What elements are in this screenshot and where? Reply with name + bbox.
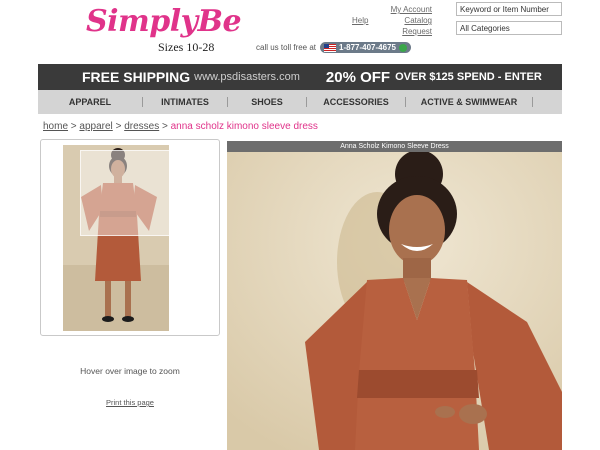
phone-number: 1-877-407-4675 <box>339 43 396 52</box>
free-shipping-text: FREE SHIPPING <box>82 69 191 85</box>
discount-text: 20% OFF <box>325 68 391 86</box>
search-input[interactable]: Keyword or Item Number <box>456 2 562 16</box>
category-select[interactable]: All Categories <box>456 21 562 35</box>
main-nav: APPAREL INTIMATES SHOES ACCESSORIES ACTI… <box>38 90 562 114</box>
product-image-title: Anna Scholz Kimono Sleeve Dress <box>227 141 562 152</box>
call-icon[interactable] <box>398 43 407 52</box>
breadcrumb-home[interactable]: home <box>43 121 68 132</box>
account-links: My Account Help Catalog Request <box>352 4 432 37</box>
breadcrumb-separator: > <box>115 121 122 132</box>
simplybe-logo[interactable]: SimplyBe <box>86 4 242 39</box>
us-flag-icon <box>324 43 337 52</box>
spend-text: OVER $125 SPEND - ENTER <box>395 71 542 83</box>
product-thumbnail-panel <box>40 139 220 336</box>
breadcrumb: home > apparel > dresses > anna scholz k… <box>43 121 318 132</box>
nav-item-shoes[interactable]: SHOES <box>228 97 306 107</box>
nav-item-accessories[interactable]: ACCESSORIES <box>307 97 405 107</box>
help-link[interactable]: Help <box>352 15 368 37</box>
breadcrumb-separator: > <box>161 121 168 132</box>
site-header: SimplyBe Sizes 10-28 My Account Help Cat… <box>38 0 562 64</box>
sizes-tagline: Sizes 10-28 <box>158 40 215 54</box>
catalog-request-link[interactable]: Catalog Request <box>374 15 432 37</box>
nav-item-intimates[interactable]: INTIMATES <box>143 97 227 107</box>
main-image-illustration <box>227 152 562 450</box>
phone-contact: call us toll free at 1-877-407-4675 <box>256 42 411 53</box>
my-account-link[interactable]: My Account <box>352 4 432 15</box>
product-thumbnail-image[interactable] <box>63 145 169 331</box>
nav-item-active-swimwear[interactable]: ACTIVE & SWIMWEAR <box>406 97 532 107</box>
product-main-image[interactable] <box>227 152 562 450</box>
breadcrumb-separator: > <box>70 121 77 132</box>
nav-item-apparel[interactable]: APPAREL <box>38 97 142 107</box>
call-us-label: call us toll free at <box>256 43 317 52</box>
phone-pill: 1-877-407-4675 <box>320 42 411 53</box>
breadcrumb-dresses[interactable]: dresses <box>124 121 159 132</box>
zoom-lens[interactable] <box>80 150 169 236</box>
nav-divider <box>532 97 533 107</box>
promo-banner[interactable]: FREE SHIPPING www.psdisasters.com 20% OF… <box>38 64 562 90</box>
breadcrumb-apparel[interactable]: apparel <box>79 121 112 132</box>
zoom-hint: Hover over image to zoom <box>80 366 180 376</box>
print-page-link[interactable]: Print this page <box>40 398 220 407</box>
breadcrumb-current: anna scholz kimono sleeve dress <box>170 121 318 132</box>
promo-url: www.psdisasters.com <box>194 71 300 83</box>
